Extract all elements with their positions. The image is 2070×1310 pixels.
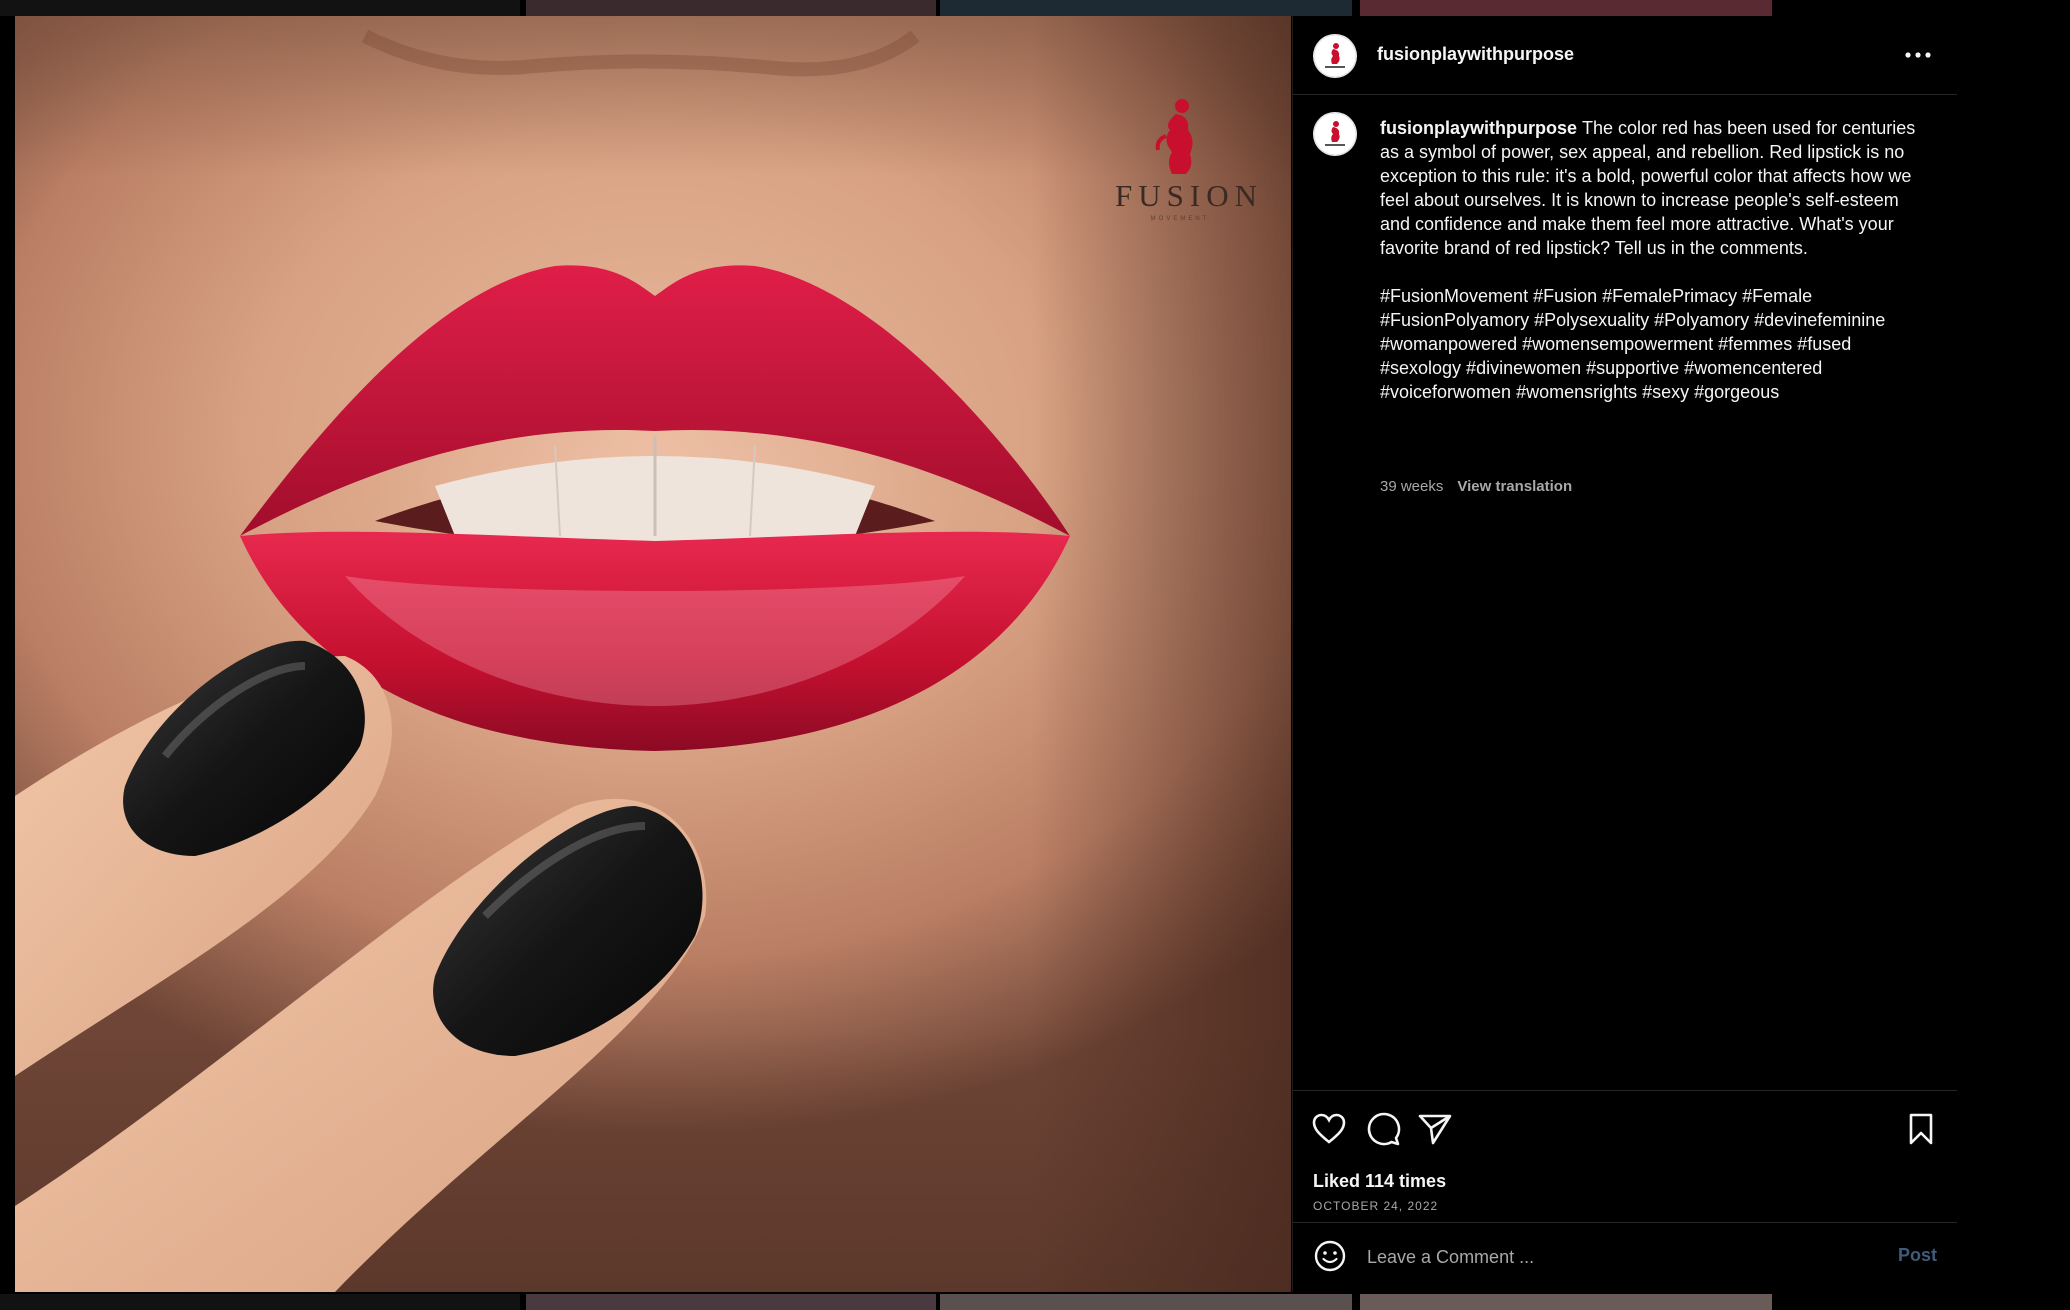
post-age: 39 weeks bbox=[1380, 478, 1444, 495]
avatar[interactable] bbox=[1313, 112, 1357, 156]
fusion-brand-logo: FUSION MOVEMENT bbox=[1115, 96, 1263, 226]
caption-text: The color red has been used for centurie… bbox=[1380, 118, 1916, 258]
brand-subtitle: MOVEMENT bbox=[1150, 216, 1210, 222]
caption-hashtags[interactable]: #FusionMovement #Fusion #FemalePrimacy #… bbox=[1380, 284, 1930, 404]
comment-icon[interactable] bbox=[1365, 1111, 1401, 1147]
post-details-panel: fusionplaywithpurpose fusionplaywithpurp… bbox=[1292, 16, 1957, 1292]
view-translation-link[interactable]: View translation bbox=[1457, 478, 1572, 495]
figure-silhouette-icon bbox=[1155, 99, 1193, 174]
caption-username[interactable]: fusionplaywithpurpose bbox=[1380, 118, 1577, 138]
comment-composer: Post bbox=[1293, 1222, 1957, 1293]
more-horizontal-icon[interactable] bbox=[1901, 40, 1935, 70]
comment-input[interactable] bbox=[1365, 1239, 1849, 1275]
brand-name: FUSION bbox=[1115, 178, 1263, 213]
caption-meta: 39 weeks View translation bbox=[1380, 478, 1572, 495]
bookmark-icon[interactable] bbox=[1903, 1111, 1939, 1147]
lips-and-nails-illustration bbox=[15, 29, 1070, 1292]
send-icon[interactable] bbox=[1417, 1111, 1453, 1147]
background-thumbnail bbox=[0, 0, 520, 16]
background-thumbnail bbox=[1360, 0, 1772, 16]
background-thumbnail bbox=[526, 0, 936, 16]
post-caption: fusionplaywithpurpose The color red has b… bbox=[1380, 116, 1930, 404]
emoji-icon[interactable] bbox=[1313, 1239, 1347, 1273]
post-comment-button[interactable]: Post bbox=[1898, 1245, 1937, 1266]
fusion-logo-icon bbox=[1313, 34, 1357, 78]
heart-icon[interactable] bbox=[1311, 1111, 1347, 1147]
avatar[interactable] bbox=[1313, 34, 1357, 78]
post-image[interactable]: FUSION MOVEMENT bbox=[15, 16, 1291, 1292]
likes-count[interactable]: Liked 114 times bbox=[1313, 1171, 1446, 1192]
background-thumbnail bbox=[940, 0, 1352, 16]
post-actions: Liked 114 times OCTOBER 24, 2022 bbox=[1293, 1090, 1957, 1241]
post-header: fusionplaywithpurpose bbox=[1293, 16, 1957, 95]
post-date: OCTOBER 24, 2022 bbox=[1313, 1199, 1439, 1213]
fusion-logo-icon bbox=[1313, 112, 1357, 156]
post-author-username[interactable]: fusionplaywithpurpose bbox=[1377, 44, 1574, 65]
background-grid-top bbox=[0, 0, 2070, 16]
